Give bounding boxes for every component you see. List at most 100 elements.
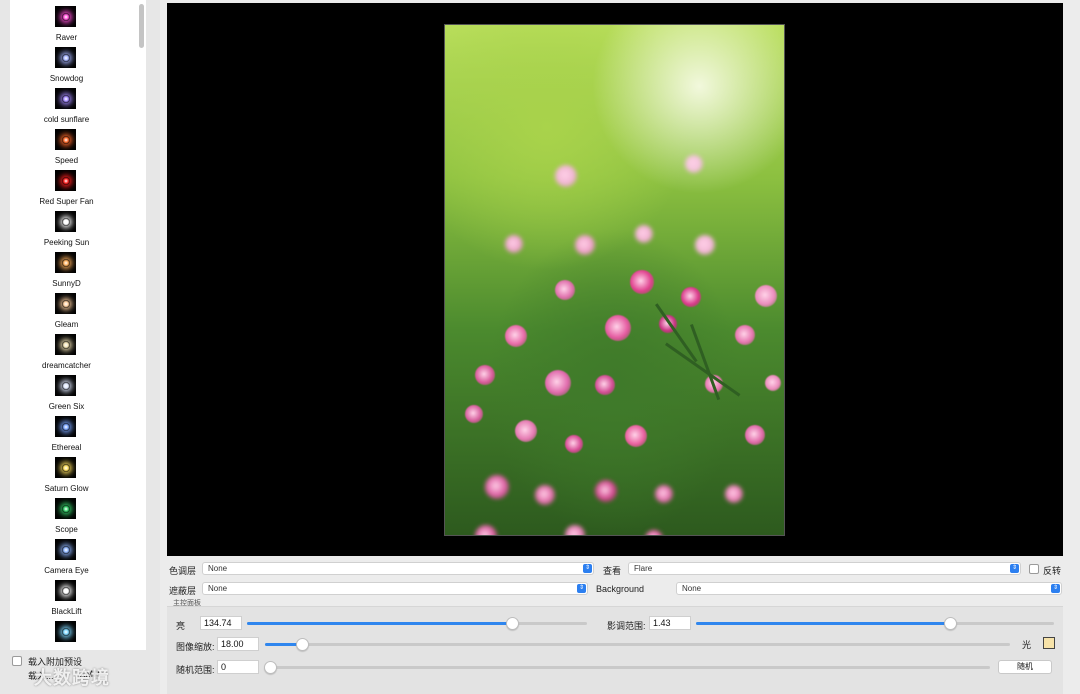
brightness-slider[interactable] <box>247 617 587 630</box>
rose-flower <box>605 315 631 341</box>
main-control-panel: 亮 134.74 影调范围: 1.43 图像缩放: 18.00 光 随机范围: … <box>167 606 1063 694</box>
preset-thumbnail[interactable] <box>55 170 76 191</box>
preset-list[interactable]: Raver Snowdog cold sunflare Speed Red Super … <box>10 0 146 650</box>
preset-label[interactable]: Ethereal <box>10 443 123 453</box>
preset-label[interactable]: dreamcatcher <box>10 361 123 371</box>
rose-flower <box>465 405 483 423</box>
rose-flower <box>595 480 617 502</box>
flare-glow-icon <box>61 12 70 21</box>
flare-glow-icon <box>61 586 70 595</box>
image-scale-slider-knob[interactable] <box>296 638 310 651</box>
shadow-range-slider-knob[interactable] <box>944 617 958 630</box>
preset-thumbnail[interactable] <box>55 539 76 560</box>
preset-label[interactable]: Green Six <box>10 402 123 412</box>
preset-thumbnail[interactable] <box>55 88 76 109</box>
flare-glow-icon <box>61 258 70 267</box>
preset-label[interactable]: Red Super Fan <box>10 197 123 207</box>
flare-glow-icon <box>61 545 70 554</box>
preset-thumbnail[interactable] <box>55 293 76 314</box>
rose-flower <box>515 420 537 442</box>
preset-thumbnail[interactable] <box>55 621 76 642</box>
preset-thumbnail[interactable] <box>55 6 76 27</box>
preset-thumbnail[interactable] <box>55 580 76 601</box>
preset-thumbnail[interactable] <box>55 498 76 519</box>
rose-flower <box>695 235 715 255</box>
random-range-slider-knob[interactable] <box>264 661 277 674</box>
brightness-slider-knob[interactable] <box>506 617 520 630</box>
rose-flower <box>630 270 654 294</box>
preset-label[interactable]: Peeking Sun <box>10 238 123 248</box>
preset-thumbnail[interactable] <box>55 334 76 355</box>
flare-glow-icon <box>61 381 70 390</box>
shadow-range-input[interactable]: 1.43 <box>649 616 691 630</box>
preset-label[interactable]: BlackLift <box>10 607 123 617</box>
view-select[interactable]: Flare ⇕ <box>628 562 1021 575</box>
chevron-updown-icon: ⇕ <box>1010 564 1019 573</box>
background-select[interactable]: None ⇕ <box>676 582 1062 595</box>
mask-layer-select[interactable]: None ⇕ <box>202 582 588 595</box>
invert-checkbox[interactable] <box>1029 564 1039 574</box>
preset-label[interactable]: Camera Eye <box>10 566 123 576</box>
shadow-range-slider[interactable] <box>696 617 1054 630</box>
invert-label: 反转 <box>1043 566 1062 576</box>
light-color-swatch[interactable] <box>1043 637 1055 649</box>
preset-list-scrollbar[interactable] <box>139 4 144 48</box>
chevron-updown-icon: ⇕ <box>577 584 586 593</box>
append-presets-checkbox[interactable] <box>12 656 22 666</box>
rose-flower <box>595 375 615 395</box>
image-scale-slider[interactable] <box>265 638 1010 651</box>
preset-label[interactable]: Speed <box>10 156 123 166</box>
flare-glow-icon <box>61 422 70 431</box>
watermark-text: 大数跨境 <box>34 668 110 688</box>
flare-glow-icon <box>61 176 70 185</box>
rose-flower <box>645 530 663 535</box>
preset-thumbnail[interactable] <box>55 47 76 68</box>
background-label: Background <box>596 584 645 594</box>
preset-label[interactable]: Raver <box>10 33 123 43</box>
preset-label[interactable]: Snowdog <box>10 74 123 84</box>
flare-glow-icon <box>61 504 70 513</box>
preset-thumbnail[interactable] <box>55 457 76 478</box>
rose-flower <box>755 285 777 307</box>
view-value: Flare <box>634 564 653 573</box>
light-label: 光 <box>1022 640 1032 650</box>
flare-glow-icon <box>61 94 70 103</box>
flare-glow-icon <box>61 627 70 636</box>
random-range-input[interactable]: 0 <box>217 660 259 674</box>
rose-flower <box>765 375 781 391</box>
random-range-slider[interactable] <box>264 661 990 674</box>
preset-thumbnail[interactable] <box>55 211 76 232</box>
brightness-label: 亮 <box>176 621 186 631</box>
rose-flower <box>685 155 703 173</box>
preset-thumbnail[interactable] <box>55 129 76 150</box>
rose-flower <box>565 435 583 453</box>
preset-label[interactable]: Saturn Glow <box>10 484 123 494</box>
color-layer-select[interactable]: None ⇕ <box>202 562 594 575</box>
mask-layer-label: 遮蔽层 <box>169 586 197 596</box>
preset-label[interactable]: cold sunflare <box>10 115 123 125</box>
flare-glow-icon <box>61 135 70 144</box>
rose-flower <box>725 485 743 503</box>
controls-area: 色调层 None ⇕ 查看 Flare ⇕ 反转 遮蔽层 None ⇕ Back… <box>167 560 1063 694</box>
preset-label[interactable]: Scope <box>10 525 123 535</box>
image-scale-input[interactable]: 18.00 <box>217 637 259 651</box>
preset-label[interactable]: SunnyD <box>10 279 123 289</box>
flare-glow-icon <box>61 217 70 226</box>
flare-glow-icon <box>61 340 70 349</box>
preset-label[interactable]: Gleam <box>10 320 123 330</box>
preset-thumbnail[interactable] <box>55 375 76 396</box>
rose-flower <box>575 235 595 255</box>
background-value: None <box>682 584 702 593</box>
rose-flower <box>505 325 527 347</box>
preset-thumbnail[interactable] <box>55 416 76 437</box>
flare-glow-icon <box>61 463 70 472</box>
brightness-input[interactable]: 134.74 <box>200 616 242 630</box>
rose-flower <box>555 165 577 187</box>
image-viewer[interactable] <box>167 3 1063 556</box>
image-scale-label: 图像缩放: <box>176 642 215 652</box>
preset-thumbnail[interactable] <box>55 252 76 273</box>
random-button[interactable]: 随机 <box>998 660 1052 674</box>
rose-flower <box>745 425 765 445</box>
chevron-updown-icon: ⇕ <box>583 564 592 573</box>
color-layer-value: None <box>208 564 228 573</box>
